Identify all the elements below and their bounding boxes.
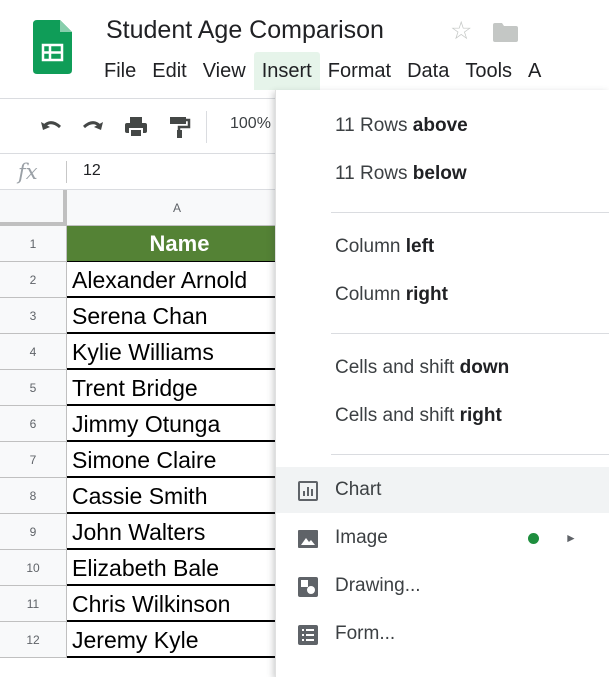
toolbar-separator (206, 111, 207, 143)
menu-item-label-bold: down (459, 357, 510, 378)
print-icon[interactable] (123, 114, 149, 140)
menu-item-label: Cells and shift (335, 405, 460, 426)
menu-data[interactable]: Data (399, 52, 457, 90)
table-row: 6 Jimmy Otunga (0, 406, 292, 442)
table-row: 12 Jeremy Kyle (0, 622, 292, 658)
menu-divider (331, 333, 609, 334)
star-icon[interactable]: ☆ (450, 16, 472, 46)
menu-divider (331, 454, 609, 455)
insert-column-right[interactable]: Column right (276, 272, 609, 318)
menu-item-label-bold: below (412, 163, 467, 184)
form-icon (298, 625, 318, 645)
menu-bar: File Edit View Insert Format Data Tools … (96, 52, 549, 90)
table-row: 10 Elizabeth Bale (0, 550, 292, 586)
row-header[interactable]: 5 (0, 370, 67, 406)
folder-icon[interactable] (493, 23, 518, 42)
insert-column-left[interactable]: Column left (276, 224, 609, 270)
menu-item-label: Chart (335, 479, 382, 500)
insert-form[interactable]: Form... (276, 611, 609, 657)
cell[interactable]: Jeremy Kyle (67, 622, 292, 658)
menu-insert[interactable]: Insert (253, 52, 320, 90)
select-all-corner[interactable] (0, 190, 67, 226)
table-row: 3 Serena Chan (0, 298, 292, 334)
menu-item-label: 11 Rows (335, 163, 413, 184)
row-header[interactable]: 9 (0, 514, 67, 550)
sheets-logo-icon[interactable] (33, 20, 72, 74)
insert-rows-below[interactable]: 11 Rows below (276, 151, 609, 197)
menu-file[interactable]: File (96, 52, 144, 90)
cell[interactable]: John Walters (67, 514, 292, 550)
insert-rows-above[interactable]: 11 Rows above (276, 103, 609, 149)
grid-rows: 1 Name 2 Alexander Arnold 3 Serena Chan … (0, 226, 292, 658)
menu-item-label-bold: right (405, 284, 448, 305)
row-header[interactable]: 2 (0, 262, 67, 298)
new-feature-dot (528, 533, 539, 544)
cell[interactable]: Trent Bridge (67, 370, 292, 406)
table-row: 1 Name (0, 226, 292, 262)
insert-menu-dropdown: 11 Rows above 11 Rows below Column left … (275, 90, 609, 677)
image-icon (298, 530, 318, 548)
menu-item-label: Cells and shift (335, 357, 460, 378)
insert-image[interactable]: Image ► (276, 515, 609, 561)
table-row: 4 Kylie Williams (0, 334, 292, 370)
cell[interactable]: Alexander Arnold (67, 262, 292, 298)
formula-input[interactable]: 12 (83, 162, 101, 180)
row-header[interactable]: 4 (0, 334, 67, 370)
insert-cells-shift-down[interactable]: Cells and shift down (276, 345, 609, 391)
drawing-icon (298, 577, 318, 597)
menu-tools[interactable]: Tools (457, 52, 520, 90)
menu-item-label-bold: left (405, 236, 435, 257)
fx-icon: fx (18, 160, 38, 184)
table-row: 11 Chris Wilkinson (0, 586, 292, 622)
row-header[interactable]: 11 (0, 586, 67, 622)
row-header[interactable]: 7 (0, 442, 67, 478)
table-row: 7 Simone Claire (0, 442, 292, 478)
menu-item-label: Column (335, 236, 406, 257)
cell[interactable]: Name (67, 226, 292, 262)
cell[interactable]: Simone Claire (67, 442, 292, 478)
menu-item-label-bold: right (459, 405, 502, 426)
menu-item-label: Drawing... (335, 575, 421, 596)
chart-icon (298, 481, 318, 501)
menu-item-label: Form... (335, 623, 396, 644)
row-header[interactable]: 12 (0, 622, 67, 658)
row-header[interactable]: 6 (0, 406, 67, 442)
formula-separator (66, 161, 67, 183)
menu-item-label: 11 Rows (335, 115, 413, 136)
zoom-select[interactable]: 100% (230, 115, 271, 133)
menu-view[interactable]: View (195, 52, 254, 90)
menu-edit[interactable]: Edit (144, 52, 194, 90)
cell[interactable]: Cassie Smith (67, 478, 292, 514)
cell[interactable]: Serena Chan (67, 298, 292, 334)
insert-drawing[interactable]: Drawing... (276, 563, 609, 609)
menu-divider (331, 212, 609, 213)
document-title[interactable]: Student Age Comparison (106, 16, 384, 45)
row-header[interactable]: 3 (0, 298, 67, 334)
cell[interactable]: Jimmy Otunga (67, 406, 292, 442)
redo-icon[interactable] (80, 114, 106, 140)
menu-item-label-bold: above (412, 115, 468, 136)
insert-cells-shift-right[interactable]: Cells and shift right (276, 393, 609, 439)
table-row: 8 Cassie Smith (0, 478, 292, 514)
table-row: 2 Alexander Arnold (0, 262, 292, 298)
insert-chart[interactable]: Chart (276, 467, 609, 513)
row-header[interactable]: 10 (0, 550, 67, 586)
row-header[interactable]: 1 (0, 226, 67, 262)
menu-item-label: Image (335, 527, 388, 548)
menu-addons[interactable]: A (520, 52, 549, 90)
menu-item-label: Column (335, 284, 406, 305)
column-header-a[interactable]: A (67, 190, 287, 226)
menu-format[interactable]: Format (320, 52, 399, 90)
table-row: 9 John Walters (0, 514, 292, 550)
row-header[interactable]: 8 (0, 478, 67, 514)
cell[interactable]: Chris Wilkinson (67, 586, 292, 622)
submenu-arrow-icon: ► (565, 531, 577, 545)
undo-icon[interactable] (38, 114, 64, 140)
table-row: 5 Trent Bridge (0, 370, 292, 406)
cell[interactable]: Kylie Williams (67, 334, 292, 370)
paint-format-icon[interactable] (166, 114, 192, 140)
cell[interactable]: Elizabeth Bale (67, 550, 292, 586)
